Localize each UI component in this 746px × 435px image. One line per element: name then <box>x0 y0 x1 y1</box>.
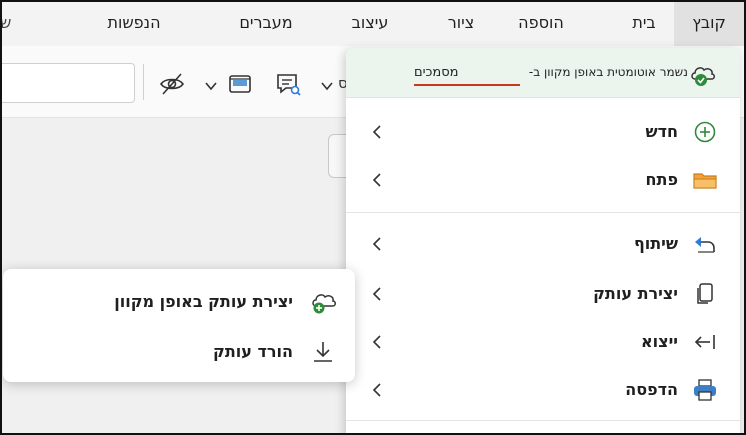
menu-item-export[interactable]: ייצוא <box>346 320 740 364</box>
add-circle-icon <box>692 120 718 144</box>
menu-divider <box>346 420 740 421</box>
menu-item-new-label: חדש <box>645 122 678 141</box>
chevron-left-icon <box>370 334 384 350</box>
tab-design[interactable]: עיצוב <box>340 0 400 46</box>
tab-file[interactable]: קובץ <box>674 0 744 46</box>
chevron-down-icon[interactable] <box>320 78 334 92</box>
menu-item-open[interactable]: פתח <box>346 158 740 202</box>
autosave-text: נשמר אוטומטית באופן מקוון ב- <box>528 65 688 79</box>
panel-toggle-handle[interactable] <box>328 134 348 178</box>
tab-draw[interactable]: ציור <box>438 0 484 46</box>
menu-divider <box>346 212 740 213</box>
hide-eye-icon[interactable] <box>158 70 186 98</box>
chevron-down-icon[interactable] <box>204 78 218 92</box>
folder-icon <box>692 168 718 192</box>
display-settings-icon[interactable] <box>226 70 254 98</box>
autosave-bar: נשמר אוטומטית באופן מקוון ב- מסמכים <box>346 48 740 98</box>
chevron-left-icon <box>370 124 384 140</box>
chevron-left-icon <box>370 236 384 252</box>
menu-item-new[interactable]: חדש <box>346 110 740 154</box>
comment-search-icon[interactable] <box>274 70 302 98</box>
make-copy-submenu: יצירת עותק באופן מקוון הורד עותק <box>3 269 355 382</box>
toolbar-separator <box>143 64 144 100</box>
menu-item-print-label: הדפסה <box>625 380 678 399</box>
submenu-item-download-copy[interactable]: הורד עותק <box>3 329 355 375</box>
share-icon <box>692 232 718 256</box>
copy-icon <box>692 282 718 306</box>
toolbar-input-box[interactable] <box>0 63 135 103</box>
tab-insert[interactable]: הוספה <box>508 0 574 46</box>
tab-transitions[interactable]: מעברים <box>230 0 302 46</box>
tab-home[interactable]: בית <box>622 0 666 46</box>
cloud-check-icon <box>688 60 718 88</box>
menu-item-make-copy-label: יצירת עותק <box>593 284 678 303</box>
menu-item-share-label: שיתוף <box>633 234 678 253</box>
menu-item-share[interactable]: שיתוף <box>346 222 740 266</box>
submenu-item-download-copy-label: הורד עותק <box>213 342 293 361</box>
cloud-add-icon <box>309 289 337 315</box>
export-icon <box>692 330 718 354</box>
download-icon <box>309 339 337 365</box>
autosave-location-link[interactable]: מסמכים <box>414 65 459 80</box>
tab-animations[interactable]: הנפשות <box>100 0 168 46</box>
chevron-left-icon <box>370 382 384 398</box>
menu-item-print[interactable]: הדפסה <box>346 368 740 412</box>
submenu-item-copy-online-label: יצירת עותק באופן מקוון <box>114 292 293 311</box>
menu-item-make-copy[interactable]: יצירת עותק <box>346 272 740 316</box>
menu-item-open-label: פתח <box>645 170 678 189</box>
ribbon-tab-bar: קובץ בית הוספה ציור עיצוב מעברים הנפשות … <box>0 0 746 46</box>
file-menu-panel: נשמר אוטומטית באופן מקוון ב- מסמכים חדש … <box>346 48 740 435</box>
chevron-left-icon <box>370 286 384 302</box>
submenu-item-copy-online[interactable]: יצירת עותק באופן מקוון <box>3 279 355 325</box>
chevron-left-icon <box>370 172 384 188</box>
tab-slideshow-partial[interactable]: ש <box>0 0 22 46</box>
autosave-location-underline <box>414 84 520 86</box>
menu-item-export-label: ייצוא <box>640 332 678 351</box>
printer-icon <box>692 378 718 402</box>
